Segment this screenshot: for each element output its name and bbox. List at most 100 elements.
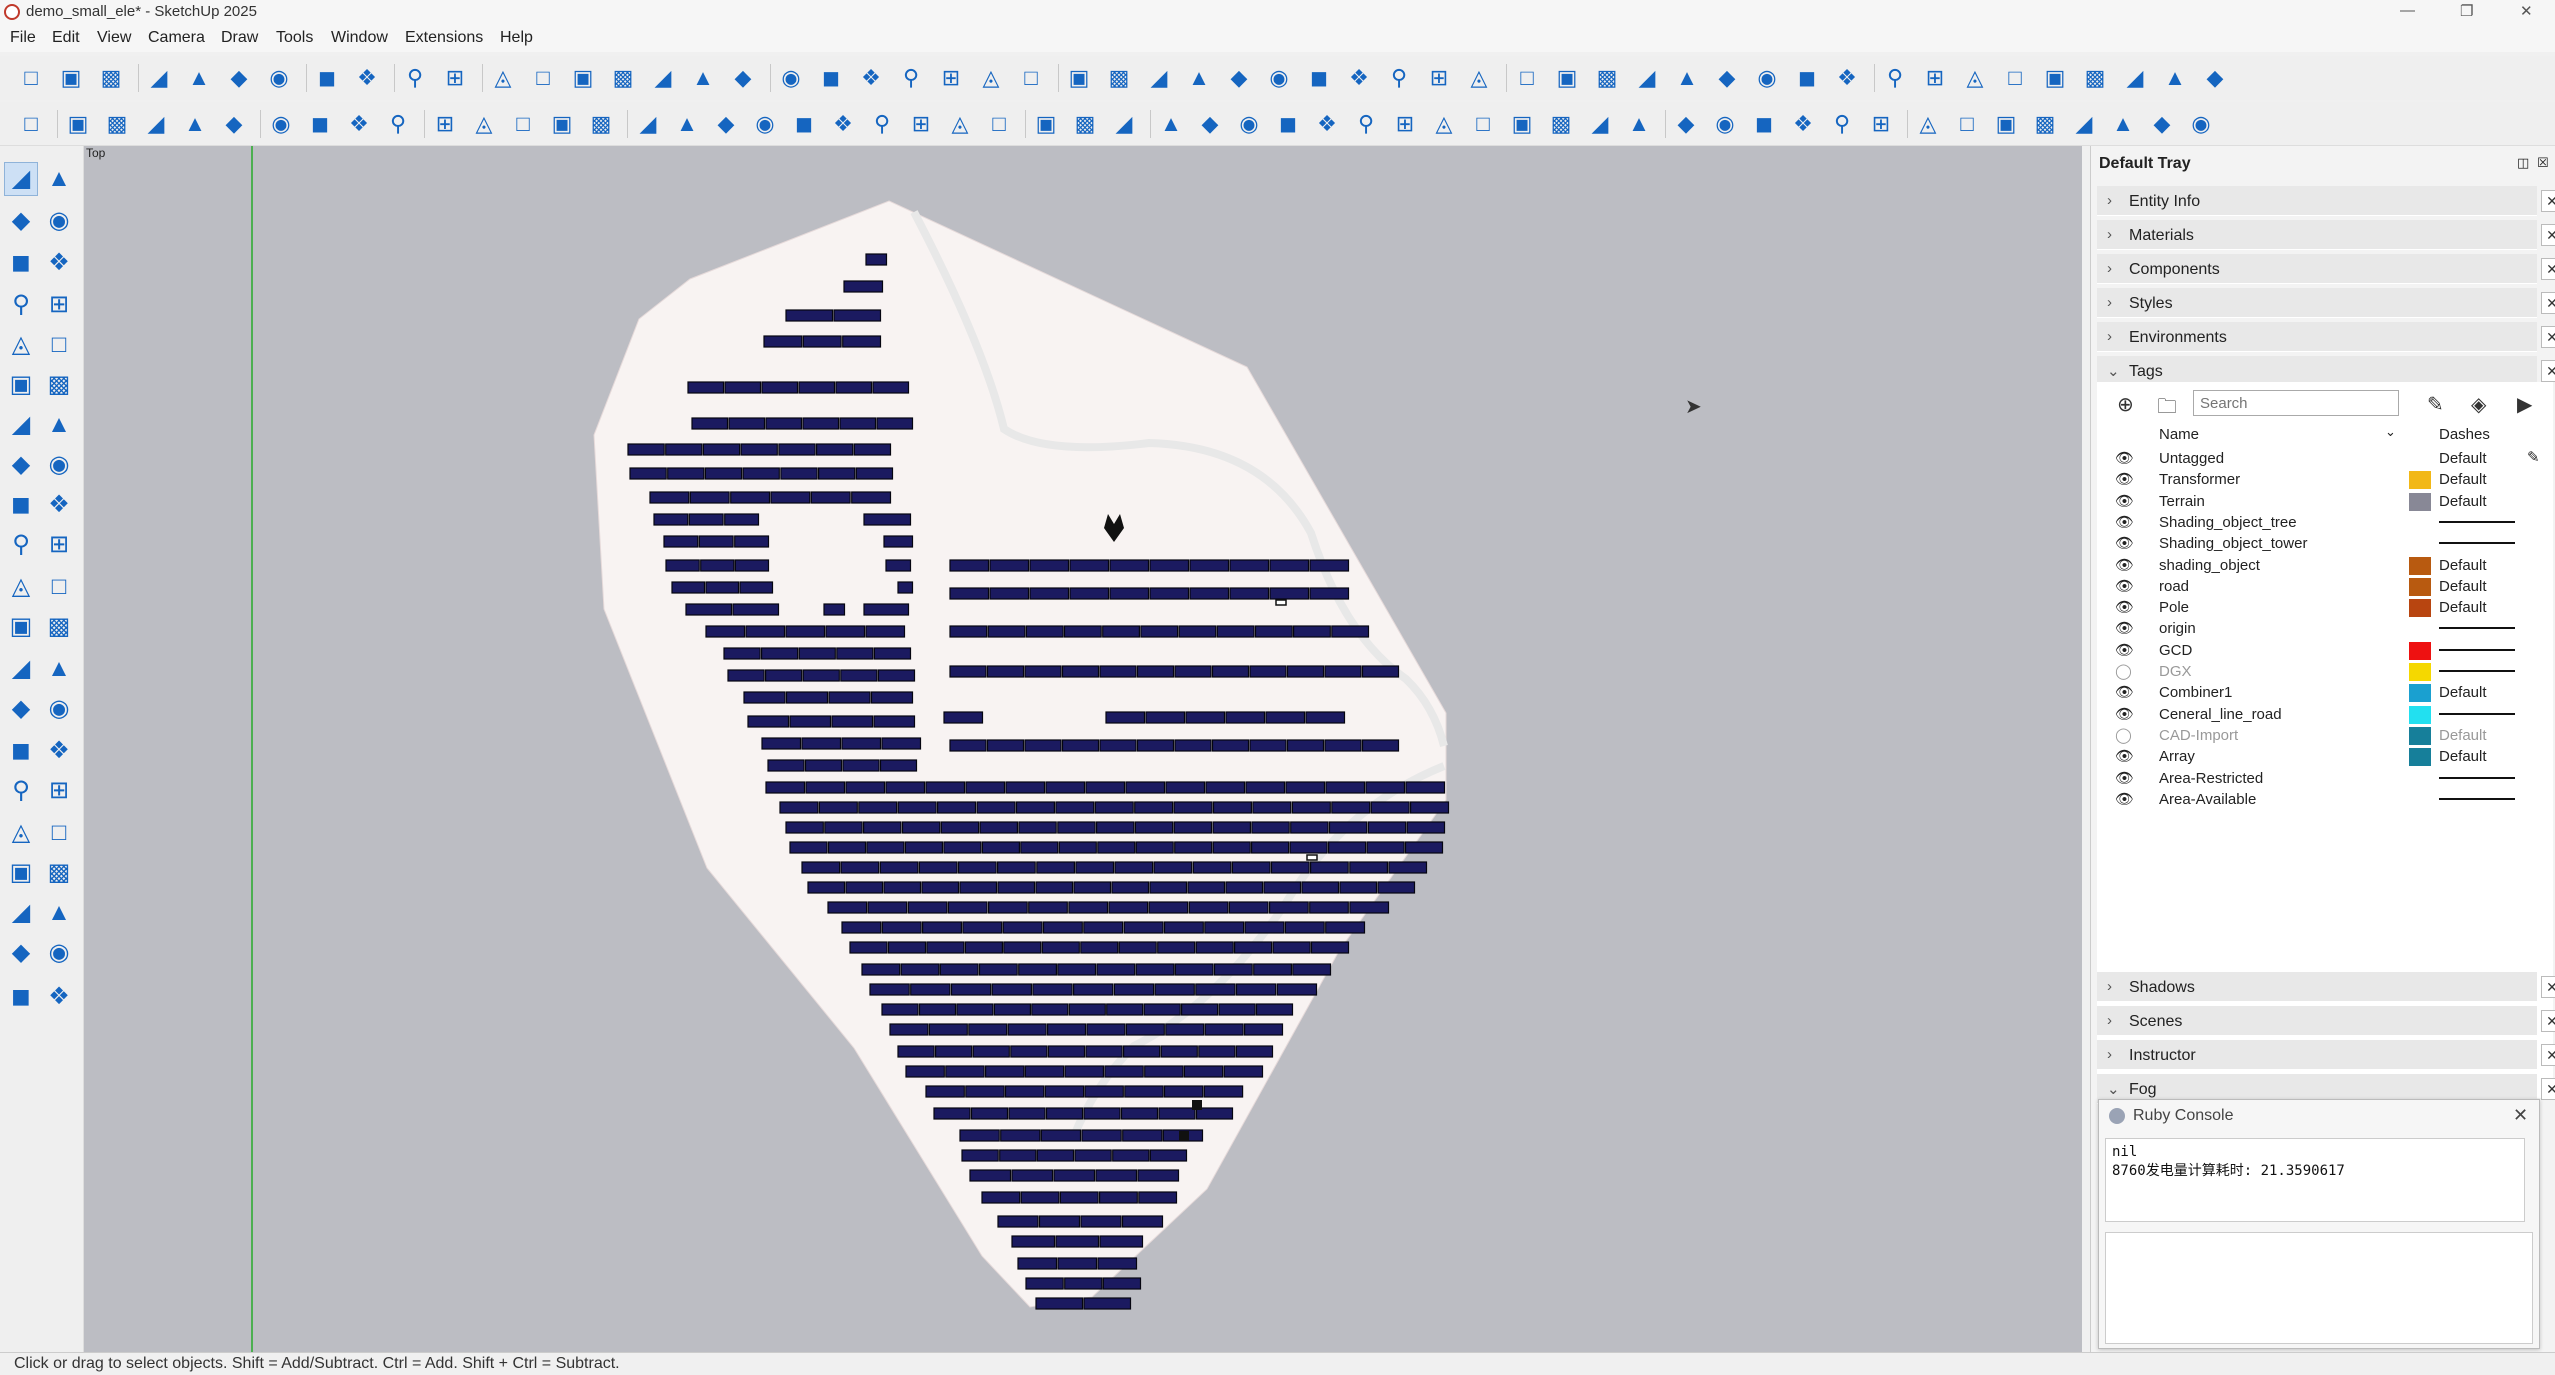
look-around-icon[interactable]: ◢ xyxy=(4,896,38,930)
tag-dash-line[interactable] xyxy=(2439,797,2515,800)
select-icon[interactable]: ◢ xyxy=(4,162,38,196)
globe-icon[interactable]: ▩ xyxy=(102,109,132,139)
tag-color-swatch[interactable] xyxy=(2409,663,2431,681)
tag-color-swatch[interactable] xyxy=(2409,599,2431,618)
layers-icon[interactable]: ▲ xyxy=(1672,63,1702,93)
move-icon[interactable]: ❖ xyxy=(1312,109,1342,139)
axis-icon[interactable]: □ xyxy=(984,109,1014,139)
tag-icon[interactable]: ❖ xyxy=(42,246,76,280)
eye-icon[interactable]: 👁 xyxy=(2115,790,2134,808)
panel-shadows[interactable]: › Shadows ✕ xyxy=(2097,972,2555,1002)
cabinet-icon[interactable]: ▲ xyxy=(672,109,702,139)
array2-icon[interactable]: ⚲ xyxy=(383,109,413,139)
loss-icon[interactable]: □ xyxy=(1952,109,1982,139)
rectangle-icon[interactable]: ◬ xyxy=(4,328,38,362)
dimension-tool-icon[interactable]: ◢ xyxy=(4,652,38,686)
tag-dashes[interactable]: Default xyxy=(2439,727,2487,744)
tag-row[interactable]: 👁 Area-Available xyxy=(2097,789,2553,810)
details-arrow-icon[interactable]: ▶ xyxy=(2517,392,2532,417)
tag-tool-icon[interactable]: ✎ xyxy=(2427,392,2444,417)
model-info-icon[interactable]: ⊞ xyxy=(440,63,470,93)
eye-hidden-icon[interactable]: ◯ xyxy=(2115,726,2132,744)
menu-file[interactable]: File xyxy=(10,29,36,47)
print-icon[interactable]: ⚲ xyxy=(400,63,430,93)
panel-styles[interactable]: › Styles ✕ xyxy=(2097,288,2555,318)
arc-icon[interactable]: ◢ xyxy=(4,408,38,442)
panel-materials[interactable]: › Materials ✕ xyxy=(2097,220,2555,250)
list-icon[interactable]: □ xyxy=(16,109,46,139)
swap-icon[interactable]: ◆ xyxy=(1712,63,1742,93)
text-icon[interactable]: ▣ xyxy=(1064,63,1094,93)
tag-row[interactable]: 👁 Transformer Default xyxy=(2097,469,2553,490)
tag-color-swatch[interactable] xyxy=(2409,471,2431,490)
paste-icon[interactable]: ◆ xyxy=(224,63,254,93)
sandbox1-icon[interactable]: ◆ xyxy=(4,936,38,970)
model-viewport[interactable]: Top xyxy=(84,146,2082,1352)
position-camera-icon[interactable]: ▣ xyxy=(4,856,38,890)
tags-search-input[interactable] xyxy=(2193,390,2399,416)
rotated-rect-icon[interactable]: □ xyxy=(42,328,76,362)
back-view-icon[interactable]: ◢ xyxy=(648,63,678,93)
tool7-icon[interactable]: ▲ xyxy=(2108,109,2138,139)
dropbox-icon[interactable]: ◬ xyxy=(1429,109,1459,139)
open-icon[interactable]: ▣ xyxy=(56,63,86,93)
en-icon[interactable]: ◼ xyxy=(1749,109,1779,139)
circle-icon[interactable]: ▣ xyxy=(4,368,38,402)
eye-icon[interactable]: 👁 xyxy=(2115,470,2134,488)
maximize-icon[interactable]: ❐ xyxy=(2460,2,2473,20)
text-tool-icon[interactable]: ▲ xyxy=(42,652,76,686)
tag-row[interactable]: ◯ CAD-Import Default xyxy=(2097,725,2553,746)
walk-icon[interactable]: ▩ xyxy=(42,856,76,890)
protractor-icon[interactable]: ◢ xyxy=(1632,63,1662,93)
bi-icon[interactable]: ▣ xyxy=(1991,109,2021,139)
cloud-icon[interactable]: ⚲ xyxy=(1827,109,1857,139)
follow-me-icon[interactable]: ⊞ xyxy=(42,528,76,562)
tool6-icon[interactable]: ◢ xyxy=(2069,109,2099,139)
ruby-console-input[interactable] xyxy=(2105,1232,2533,1344)
panel-close-icon[interactable]: ✕ xyxy=(2541,258,2555,280)
menu-view[interactable]: View xyxy=(97,29,131,47)
report-icon[interactable]: ▲ xyxy=(1624,109,1654,139)
monochrome-icon[interactable]: ◬ xyxy=(976,63,1006,93)
road-icon[interactable]: ▩ xyxy=(586,109,616,139)
xray-icon[interactable]: ◆ xyxy=(728,63,758,93)
protractor-tool-icon[interactable]: ▩ xyxy=(42,610,76,644)
pencil-icon[interactable]: ⚲ xyxy=(4,288,38,322)
tree-icon[interactable]: ⚲ xyxy=(1880,63,1910,93)
panel-icon[interactable]: ◼ xyxy=(305,109,335,139)
sandbox2-icon[interactable]: ◉ xyxy=(42,936,76,970)
panel-entity-info[interactable]: › Entity Info ✕ xyxy=(2097,186,2555,216)
right-view-icon[interactable]: ▩ xyxy=(608,63,638,93)
tool2-icon[interactable]: ▩ xyxy=(2080,63,2110,93)
tag-dashes[interactable]: Default xyxy=(2439,578,2487,595)
slope-icon[interactable]: ❖ xyxy=(1832,63,1862,93)
shaded-icon[interactable]: ⚲ xyxy=(896,63,926,93)
color-by-tag-icon[interactable]: ◈ xyxy=(2471,392,2486,417)
top-view-icon[interactable]: □ xyxy=(528,63,558,93)
polygon-icon[interactable]: ▩ xyxy=(42,368,76,402)
tag-row[interactable]: 👁 Ceneral_line_road xyxy=(2097,704,2553,725)
shaded-textures-icon[interactable]: ⊞ xyxy=(936,63,966,93)
tag-dash-line[interactable] xyxy=(2439,670,2515,672)
plus-box-icon[interactable]: ▩ xyxy=(1070,109,1100,139)
eye-icon[interactable]: 👁 xyxy=(2115,641,2134,659)
chevron-down-icon[interactable]: ⌄ xyxy=(2385,424,2396,440)
eraser-icon[interactable]: ◉ xyxy=(42,204,76,238)
tag-dash-line[interactable] xyxy=(2439,712,2515,715)
search-circle-icon[interactable]: ◉ xyxy=(750,109,780,139)
table-icon[interactable]: ◬ xyxy=(1960,63,1990,93)
spark2-icon[interactable]: ▣ xyxy=(547,109,577,139)
tool3-icon[interactable]: ◢ xyxy=(2120,63,2150,93)
freehand-icon[interactable]: ⊞ xyxy=(42,288,76,322)
slope2-icon[interactable]: ◼ xyxy=(1273,109,1303,139)
panel-close-icon[interactable]: ✕ xyxy=(2541,224,2555,246)
warehouse-icon[interactable]: □ xyxy=(1016,63,1046,93)
menu-extensions[interactable]: Extensions xyxy=(405,29,483,47)
tag-dash-line[interactable] xyxy=(2439,776,2515,779)
eye-icon[interactable]: 👁 xyxy=(2115,534,2134,552)
erase-icon[interactable]: ◉ xyxy=(264,63,294,93)
dimension-icon[interactable]: ▣ xyxy=(1552,63,1582,93)
fence-icon[interactable]: ◬ xyxy=(945,109,975,139)
tag-color-swatch[interactable] xyxy=(2409,726,2431,745)
tag-color-swatch[interactable] xyxy=(2409,577,2431,596)
